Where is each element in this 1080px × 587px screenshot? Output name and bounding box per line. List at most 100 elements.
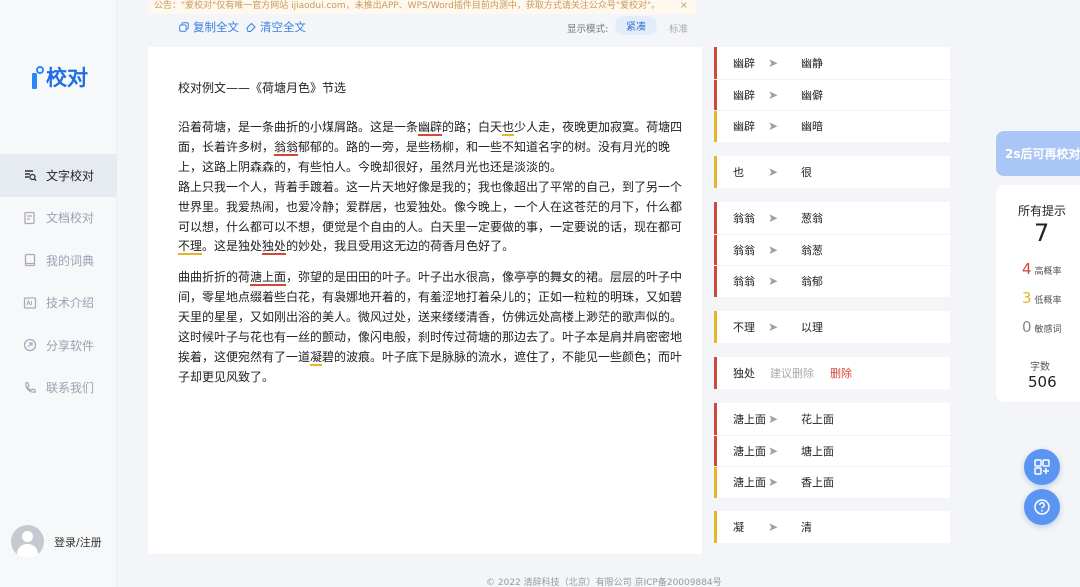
sidebar: 校对 文字校对 文档校对 我的词典 技术介绍 分享软件 联系我们 登录/注册 (0, 0, 117, 587)
suggestion-item[interactable]: 翁翁 ➤ 翁葱 (714, 233, 950, 265)
replacement-option[interactable]: 翁郁 (801, 273, 823, 289)
suggestion-item[interactable]: 溏上面 ➤ 香上面 (714, 466, 950, 498)
logo[interactable]: 校对 (30, 62, 88, 92)
suggestion-card: 不理 ➤ 以理 (714, 311, 950, 343)
replacement-option[interactable]: 清 (801, 519, 812, 535)
replacement-option[interactable]: 幽僻 (801, 87, 823, 103)
arrow-icon: ➤ (768, 210, 779, 225)
apps-button[interactable] (1024, 449, 1060, 485)
notice-banner: 公告："爱校对"仅有唯一官方网站 ijiaodui.com，未推出APP、WPS… (148, 0, 696, 14)
arrow-icon: ➤ (768, 443, 779, 458)
error-mark[interactable]: 独处 (262, 239, 287, 256)
apps-icon (1034, 459, 1050, 475)
replacement-option[interactable]: 翁葱 (801, 242, 823, 258)
copy-all-label: 复制全文 (193, 20, 239, 34)
suggestion-item[interactable]: 独处 建议删除 删除 (714, 357, 950, 389)
word-count-value: 506 (1028, 373, 1057, 391)
suggestion-item[interactable]: 溏上面 ➤ 塘上面 (714, 434, 950, 466)
avatar[interactable] (11, 525, 44, 558)
logo-text: 校对 (46, 66, 88, 90)
login-area[interactable]: 登录/注册 (11, 525, 102, 558)
sidebar-item-label: 技术介绍 (46, 296, 95, 311)
error-mark[interactable]: 也 (502, 120, 515, 136)
arrow-icon: ➤ (768, 319, 779, 334)
clear-all-label: 清空全文 (260, 20, 306, 34)
help-icon (1034, 499, 1050, 515)
mode-compact-button[interactable]: 紧凑 (615, 16, 657, 35)
help-button[interactable] (1024, 489, 1060, 525)
suggestion-item[interactable]: 也 ➤ 很 (714, 156, 950, 188)
suggestion-card: 独处 建议删除 删除 (714, 357, 950, 389)
arrow-icon: ➤ (768, 119, 779, 134)
suggestion-item[interactable]: 幽辟 ➤ 幽静 (714, 47, 950, 79)
document-check-icon (23, 211, 37, 225)
text-check-icon (23, 168, 37, 182)
arrow-icon: ➤ (768, 475, 779, 490)
suggestion-item[interactable]: 凝 ➤ 清 (714, 511, 950, 543)
replacement-option[interactable]: 以理 (801, 319, 823, 335)
arrow-icon: ➤ (768, 242, 779, 257)
arrow-icon: ➤ (768, 519, 779, 534)
sidebar-item-text-check[interactable]: 文字校对 (0, 154, 117, 197)
phone-icon (23, 381, 37, 395)
arrow-icon: ➤ (768, 87, 779, 102)
footer-copyright: © 2022 清辞科技（北京）有限公司 京ICP备20009884号 (486, 578, 722, 587)
arrow-icon: ➤ (768, 55, 779, 70)
replacement-option[interactable]: 幽静 (801, 55, 823, 71)
error-mark[interactable]: 翁翁 (274, 139, 299, 156)
error-mark[interactable]: 幽辟 (418, 120, 443, 136)
sidebar-item-label: 文字校对 (46, 168, 95, 183)
sidebar-item-share[interactable]: 分享软件 (0, 324, 117, 367)
suggestion-item[interactable]: 翁翁 ➤ 葱翁 (714, 202, 950, 234)
suggestion-item[interactable]: 翁翁 ➤ 翁郁 (714, 265, 950, 297)
doc-title: 校对例文——《荷塘月色》节选 (178, 81, 347, 95)
clear-all-button[interactable]: 清空全文 (246, 19, 306, 35)
high-probability-filter[interactable]: 4 高概率 (1022, 260, 1062, 278)
error-mark[interactable]: 凝 (310, 349, 323, 366)
sidebar-item-label: 我的词典 (46, 253, 95, 268)
recheck-button[interactable]: 2s后可再校对 (996, 131, 1080, 176)
sidebar-item-tech[interactable]: 技术介绍 (0, 282, 117, 325)
sensitive-word-filter[interactable]: 0 敏感词 (1022, 318, 1062, 336)
arrow-icon: ➤ (768, 274, 779, 289)
error-mark[interactable]: 溏上面 (250, 270, 287, 287)
all-hints-count: 7 (1034, 219, 1050, 247)
paragraph: 路上只我一个人，背着手踱着。这一片天地好像是我的；我也像超出了平常的自己，到了另… (178, 179, 683, 256)
dictionary-icon (23, 253, 37, 267)
text-editor[interactable]: 校对例文——《荷塘月色》节选 沿着荷塘，是一条曲折的小煤屑路。这是一条幽辟的路；… (148, 47, 702, 554)
sidebar-item-contact[interactable]: 联系我们 (0, 367, 117, 410)
word-count-label: 字数 (1030, 362, 1050, 373)
suggestion-card: 翁翁 ➤ 葱翁 翁翁 ➤ 翁葱 翁翁 ➤ 翁郁 (714, 202, 950, 297)
arrow-icon: ➤ (768, 164, 779, 179)
suggestion-item[interactable]: 溏上面 ➤ 花上面 (714, 403, 950, 435)
copy-all-button[interactable]: 复制全文 (179, 19, 239, 35)
display-mode-label: 显示模式: (567, 24, 609, 35)
stats-panel: 所有提示 7 4 高概率 3 低概率 0 敏感词 字数 506 (996, 185, 1080, 402)
sidebar-item-dictionary[interactable]: 我的词典 (0, 239, 117, 282)
replacement-option[interactable]: 塘上面 (801, 443, 834, 459)
low-probability-filter[interactable]: 3 低概率 (1022, 289, 1062, 307)
replacement-option[interactable]: 葱翁 (801, 210, 823, 226)
suggestion-item[interactable]: 幽辟 ➤ 幽暗 (714, 110, 950, 142)
sidebar-item-label: 联系我们 (46, 381, 95, 396)
suggest-delete-label: 建议删除 (770, 366, 814, 380)
login-link[interactable]: 登录/注册 (54, 534, 102, 550)
error-mark[interactable]: 不理 (178, 239, 203, 256)
sidebar-item-document-check[interactable]: 文档校对 (0, 197, 117, 240)
tech-icon (23, 296, 37, 310)
mode-standard-button[interactable]: 标准 (669, 21, 688, 35)
close-icon[interactable]: × (680, 0, 688, 12)
suggestion-card: 也 ➤ 很 (714, 156, 950, 188)
arrow-icon: ➤ (768, 411, 779, 426)
suggestion-item[interactable]: 不理 ➤ 以理 (714, 311, 950, 343)
copy-icon (179, 22, 189, 32)
sidebar-item-label: 分享软件 (46, 338, 95, 353)
replacement-option[interactable]: 花上面 (801, 411, 834, 427)
doc-body[interactable]: 沿着荷塘，是一条曲折的小煤屑路。这是一条幽辟的路；白天也少人走，夜晚更加寂寞。荷… (178, 118, 690, 388)
delete-button[interactable]: 删除 (830, 365, 852, 381)
replacement-option[interactable]: 香上面 (801, 474, 834, 490)
replacement-option[interactable]: 很 (801, 164, 812, 180)
notice-text: 公告："爱校对"仅有唯一官方网站 ijiaodui.com，未推出APP、WPS… (154, 1, 661, 11)
replacement-option[interactable]: 幽暗 (801, 118, 823, 134)
suggestion-item[interactable]: 幽辟 ➤ 幽僻 (714, 78, 950, 110)
